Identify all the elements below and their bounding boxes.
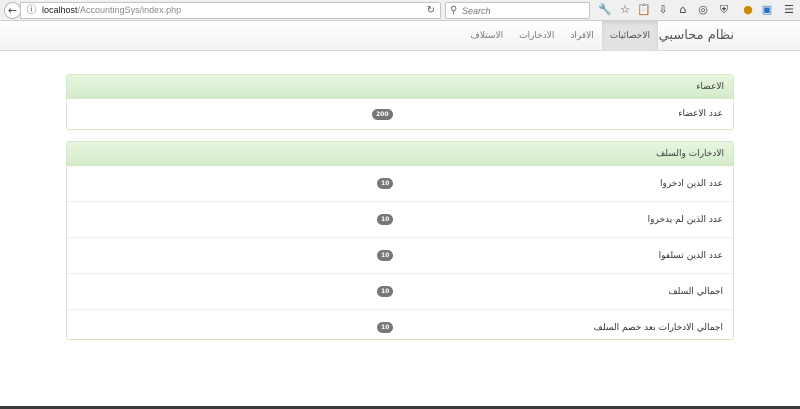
address-bar[interactable]: ⓘ localhost/AccountingSys/index.php ↻ [20,2,441,19]
row-label: عدد الاعضاء [678,109,723,119]
members-panel: الاعضاء عدد الاعضاء 200 [66,74,734,130]
nav-item-savings[interactable]: الادخارات [511,21,562,51]
nav-item-loans[interactable]: الاستلاف [463,21,512,51]
row-label: اجمالي الادخارات بعد خصم السلف [593,323,723,333]
list-item: عدد الذين لم يدخروا 10 [67,202,733,238]
list-item: اجمالي الادخارات بعد خصم السلف 10 [67,310,733,346]
row-label: عدد الذين تسلفوا [658,251,723,261]
count-badge: 10 [377,322,394,333]
navbar: نظام محاسبي الاحصائيات الافراد الادخارات… [0,21,800,51]
count-badge: 10 [377,178,394,189]
nav-links: الاحصائيات الافراد الادخارات الاستلاف [463,21,658,51]
list-item: عدد الاعضاء 200 [67,99,733,129]
download-icon[interactable]: ⇩ [656,3,670,17]
wrench-icon[interactable]: 🔧 [598,3,612,17]
search-icon: ⚲ [450,5,458,16]
count-badge: 10 [377,214,394,225]
count-badge: 10 [377,250,394,261]
browser-toolbar: ← ⓘ localhost/AccountingSys/index.php ↻ … [0,0,800,21]
list-item: عدد الذين تسلفوا 10 [67,238,733,274]
count-badge: 200 [372,109,393,120]
list-item: اجمالي السلف 10 [67,274,733,310]
home-icon[interactable]: ⌂ [676,3,690,17]
menu-icon[interactable]: ☰ [782,3,796,17]
clipboard-icon[interactable]: 📋 [637,3,651,17]
row-label: عدد الذين ادخروا [659,179,723,189]
panel-heading: الاعضاء [67,75,733,99]
url-text[interactable]: localhost/AccountingSys/index.php [42,3,181,18]
panel-heading: الادخارات والسلف [67,142,733,166]
row-label: اجمالي السلف [668,287,723,297]
nav-item-members[interactable]: الافراد [562,21,601,51]
extension-box-icon[interactable]: ▣ [760,3,774,17]
reload-icon[interactable]: ↻ [425,4,437,17]
list-item: عدد الذين ادخروا 10 [67,166,733,202]
brand-title[interactable]: نظام محاسبي [659,21,734,51]
globe-icon[interactable]: ◎ [696,3,710,17]
savings-loans-panel: الادخارات والسلف عدد الذين ادخروا 10 عدد… [66,141,734,340]
shield-icon[interactable]: ⛨ [717,3,731,17]
count-badge: 10 [377,286,394,297]
search-input[interactable] [462,4,582,17]
extension-coin-icon[interactable]: ● [741,3,755,17]
row-label: عدد الذين لم يدخروا [647,215,723,225]
bookmark-star-icon[interactable]: ☆ [618,3,632,17]
search-box[interactable]: ⚲ [445,2,590,19]
back-arrow-icon[interactable]: ← [4,2,21,19]
info-icon[interactable]: ⓘ [25,4,38,17]
nav-item-statistics[interactable]: الاحصائيات [601,21,658,51]
